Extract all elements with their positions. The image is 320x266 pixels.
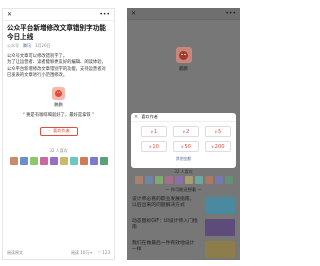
avatar[interactable] — [214, 176, 223, 184]
more-icon[interactable]: ••• — [99, 11, 110, 18]
amount-option[interactable]: ¥50 — [173, 141, 199, 152]
author-link[interactable]: 腾讯 — [23, 43, 31, 49]
avatar[interactable] — [164, 176, 173, 184]
article-screen: ✕ ••• 公众平台新增修改文章错别字功能今日上线 公众号 腾讯 3月26日 公… — [2, 8, 115, 260]
source-label: 公众号 — [7, 43, 19, 48]
more-icon[interactable]: ••• — [225, 10, 236, 17]
author-slogan: “ 要是有咖啡喝就好了，最好是拿铁 ” — [22, 112, 95, 118]
close-icon[interactable]: ✕ — [131, 10, 136, 17]
recommendation-title: 动态图标GIF：UI设计师入门指南 — [132, 219, 198, 231]
amount-grid: ¥1 ¥2 ¥5 ¥10 ¥50 ¥200 — [131, 122, 236, 152]
recommendation-title: 我们在做最后一件有效地设计一样 — [132, 241, 195, 253]
avatar[interactable] — [154, 176, 163, 184]
recommendation-thumbnail — [205, 241, 235, 258]
top-bar: ✕ ••• — [127, 8, 240, 20]
recommendation-title: 设计师必看的职业发展指南，以后出来的问题解决方式 — [132, 197, 195, 209]
like-author-label: 喜欢作者 — [53, 128, 70, 134]
like-action[interactable]: ♡ 123 — [98, 250, 110, 255]
avatar[interactable] — [49, 156, 58, 165]
author-block: 鹏鹏 — [127, 47, 240, 72]
author-name: 鹏鹏 — [54, 101, 63, 107]
avatar[interactable] — [52, 86, 65, 100]
avatar[interactable] — [224, 176, 233, 184]
like-author-button[interactable]: ♡ 喜欢作者 — [39, 126, 78, 136]
avatar[interactable] — [204, 176, 213, 184]
reward-popup: × 喜欢作者 ¥1 ¥2 ¥5 ¥10 ¥50 ¥200 其他金额 — [131, 113, 236, 168]
thumb-icon: ♡ — [97, 250, 102, 255]
liker-avatars — [3, 156, 114, 165]
avatar[interactable] — [175, 47, 192, 63]
avatar[interactable] — [29, 156, 38, 165]
like-total: 123 — [102, 250, 110, 255]
avatar[interactable] — [79, 156, 88, 165]
avatar[interactable] — [19, 156, 28, 165]
avatar[interactable] — [99, 156, 108, 165]
read-count: 阅读 10万+ — [71, 249, 93, 255]
avatar[interactable] — [89, 156, 98, 165]
avatar[interactable] — [39, 156, 48, 165]
author-name: 鹏鹏 — [179, 67, 188, 72]
bottom-bar: 阅读原文 阅读 10万+ ♡ 123 — [3, 246, 114, 259]
other-amount-link[interactable]: 其他金额 — [131, 156, 236, 162]
avatar[interactable] — [174, 176, 183, 184]
avatar[interactable] — [9, 156, 18, 165]
section-title: — 你可能还想看 — — [165, 187, 202, 192]
recommendation-thumbnail — [205, 219, 235, 236]
avatar[interactable] — [194, 176, 203, 184]
stats: 阅读 10万+ ♡ 123 — [71, 250, 110, 256]
liker-avatars — [127, 176, 240, 184]
author-block: 鹏鹏 “ 要是有咖啡喝就好了，最好是拿铁 ” ♡ 喜欢作者 32 人喜欢 — [3, 86, 114, 165]
avatar[interactable] — [144, 176, 153, 184]
reward-screen: ✕ ••• 鹏鹏 × 喜欢作者 ¥1 ¥2 ¥5 ¥10 ¥50 ¥200 其他… — [127, 8, 240, 260]
read-original-link[interactable]: 阅读原文 — [7, 250, 23, 256]
amount-option[interactable]: ¥5 — [205, 126, 231, 137]
avatar[interactable] — [134, 176, 143, 184]
article-body: 公众号文章可以修改错别字了。 为了让运营者、读者能够更友好的编辑、阅读体验，公众… — [3, 49, 114, 80]
publish-date: 3月26日 — [35, 43, 51, 48]
popup-title: 喜欢作者 — [141, 114, 158, 119]
amount-option[interactable]: ¥2 — [173, 126, 199, 137]
recommendation-item[interactable]: 动态图标GIF：UI设计师入门指南 — [132, 219, 235, 236]
close-icon[interactable]: ✕ — [7, 11, 12, 18]
heart-icon: ♡ — [47, 128, 51, 134]
avatar[interactable] — [184, 176, 193, 184]
popup-header: × 喜欢作者 — [131, 113, 236, 122]
top-bar: ✕ ••• — [3, 9, 114, 21]
amount-option[interactable]: ¥1 — [141, 126, 167, 137]
paragraph: 为了让运营者、读者能够更友好的编辑、阅读体验，公众平台新增修改文章错别字的功能，… — [7, 60, 106, 79]
amount-option[interactable]: ¥10 — [141, 141, 167, 152]
avatar[interactable] — [59, 156, 68, 165]
amount-option[interactable]: ¥200 — [205, 141, 231, 152]
recommendation-thumbnail — [205, 197, 235, 214]
article-title: 公众平台新增修改文章错别字功能今日上线 — [7, 24, 106, 41]
like-count: 32 人喜欢 — [49, 147, 68, 153]
recommendation-item[interactable]: 设计师必看的职业发展指南，以后出来的问题解决方式 — [132, 197, 235, 214]
close-icon[interactable]: × — [134, 114, 138, 120]
avatar[interactable] — [69, 156, 78, 165]
recommendation-item[interactable]: 我们在做最后一件有效地设计一样 — [132, 241, 235, 258]
like-count: 32 人喜欢 — [174, 169, 193, 174]
